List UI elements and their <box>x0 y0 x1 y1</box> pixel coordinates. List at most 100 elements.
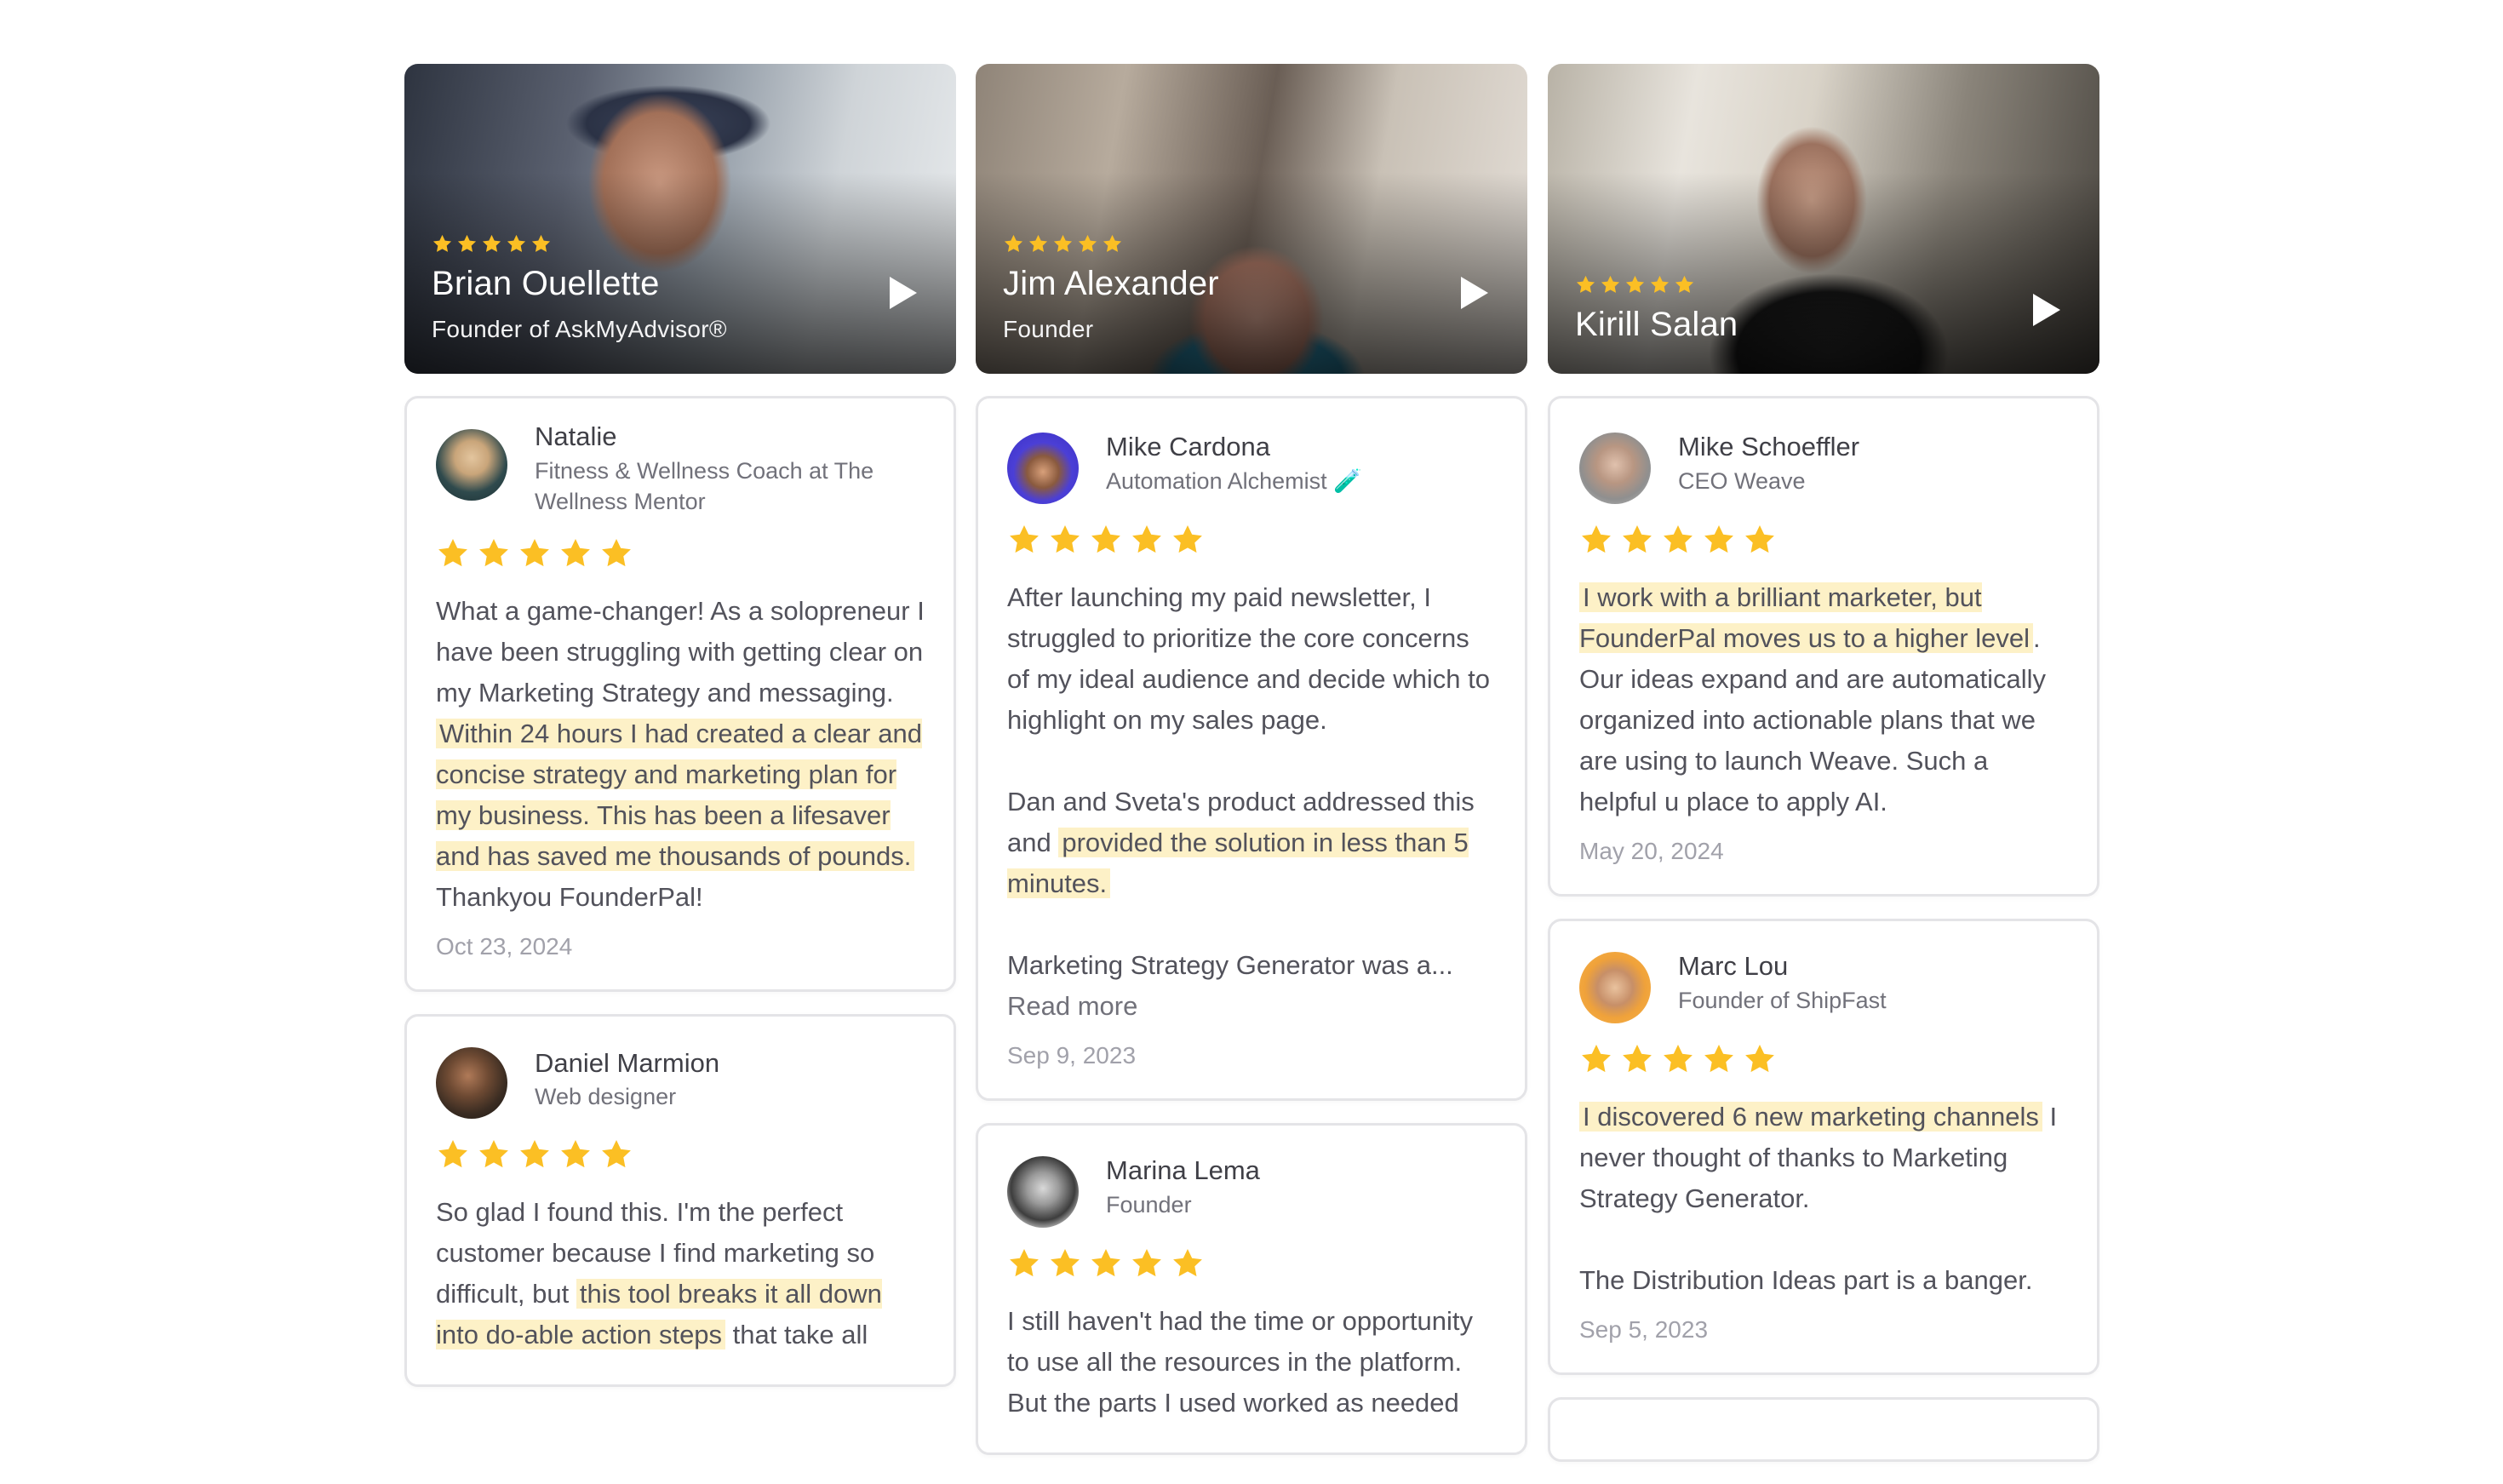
review-card-daniel: Daniel Marmion Web designer So glad I fo… <box>404 1013 956 1387</box>
star-icon <box>530 233 552 255</box>
star-icon <box>1052 233 1074 255</box>
avatar <box>436 1046 507 1119</box>
reviewer-name: Daniel Marmion <box>535 1047 720 1078</box>
star-icon <box>518 536 552 570</box>
video-author-role: Founder <box>1003 316 1094 342</box>
video-rating-stars <box>1575 274 1997 295</box>
rating-stars <box>1007 523 1496 557</box>
reviewer-name: Marina Lema <box>1106 1155 1260 1185</box>
rating-stars <box>1007 1246 1496 1281</box>
review-date: Sep 9, 2023 <box>1007 1042 1137 1069</box>
video-info: Kirill Salan <box>1575 274 1997 343</box>
star-icon <box>1579 523 1613 557</box>
star-icon <box>1743 523 1777 557</box>
star-icon <box>1674 274 1695 295</box>
star-icon <box>481 233 502 255</box>
review-card-natalie: Natalie Fitness & Wellness Coach at The … <box>404 396 956 992</box>
review-paragraph: After launching my paid newsletter, I st… <box>1007 582 1490 735</box>
avatar <box>1579 433 1651 504</box>
review-text-plain: Thankyou FounderPal! <box>436 881 703 912</box>
avatar <box>1007 433 1079 504</box>
review-card-marc: Marc Lou Founder of ShipFast I discovere… <box>1548 919 2099 1375</box>
star-icon <box>558 536 593 570</box>
review-text-plain: that take all <box>725 1319 868 1349</box>
star-icon <box>1661 523 1695 557</box>
avatar <box>1579 952 1651 1023</box>
star-icon <box>1575 274 1596 295</box>
review-date: May 20, 2024 <box>1579 838 1724 864</box>
star-icon <box>1579 1042 1613 1076</box>
video-author-name: Kirill Salan <box>1575 306 1738 343</box>
star-icon <box>436 536 470 570</box>
star-icon <box>436 1137 470 1172</box>
review-date: Sep 5, 2023 <box>1579 1316 1709 1343</box>
avatar <box>436 429 507 501</box>
review-highlight: Within 24 hours I had created a clear an… <box>436 718 922 871</box>
star-icon <box>456 233 478 255</box>
review-paragraph: The Distribution Ideas part is a banger. <box>1579 1265 2033 1295</box>
review-paragraph: Marketing Strategy Generator was a... <box>1007 950 1453 980</box>
star-icon <box>1620 1042 1654 1076</box>
review-highlight: I discovered 6 new marketing channels <box>1579 1102 2042 1132</box>
star-icon <box>1077 233 1098 255</box>
testimonials-column-3: Kirill Salan Mike Schoeffler CEO Weave I… <box>1548 64 2099 1484</box>
reviewer-role: Founder of ShipFast <box>1678 987 1887 1013</box>
star-icon <box>1661 1042 1695 1076</box>
star-icon <box>1048 1246 1082 1281</box>
star-icon <box>1102 233 1123 255</box>
video-testimonial-brian[interactable]: Brian Ouellette Founder of AskMyAdvisor® <box>404 64 956 374</box>
video-info: Brian Ouellette Founder of AskMyAdvisor® <box>432 233 854 343</box>
avatar <box>1007 1156 1079 1228</box>
star-icon <box>506 233 527 255</box>
star-icon <box>1171 523 1205 557</box>
video-rating-stars <box>432 233 854 255</box>
rating-stars <box>436 536 925 570</box>
star-icon <box>432 233 453 255</box>
star-icon <box>1624 274 1646 295</box>
play-icon[interactable] <box>2031 292 2062 328</box>
testimonials-column-2: Jim Alexander Founder Mike Cardona Autom… <box>976 64 1527 1477</box>
review-card-marina: Marina Lema Founder I still haven't had … <box>976 1123 1527 1455</box>
star-icon <box>599 1137 633 1172</box>
rating-stars <box>1579 523 2068 557</box>
star-icon <box>1702 1042 1736 1076</box>
reviewer-role: CEO Weave <box>1678 467 1806 494</box>
star-icon <box>1130 1246 1164 1281</box>
read-more-link[interactable]: Read more <box>1007 986 1496 1027</box>
star-icon <box>1048 523 1082 557</box>
video-testimonial-jim[interactable]: Jim Alexander Founder <box>976 64 1527 374</box>
star-icon <box>1089 523 1123 557</box>
review-text: What a game-changer! As a solopreneur I … <box>436 591 925 918</box>
review-text: I still haven't had the time or opportun… <box>1007 1306 1473 1418</box>
reviewer-name: Natalie <box>535 421 617 451</box>
review-card-mike-cardona: Mike Cardona Automation Alchemist 🧪 Afte… <box>976 396 1527 1101</box>
star-icon <box>1007 523 1041 557</box>
star-icon <box>1600 274 1621 295</box>
star-icon <box>518 1137 552 1172</box>
reviewer-role: Founder <box>1106 1191 1192 1218</box>
review-text: I discovered 6 new marketing channels I … <box>1579 1097 2068 1301</box>
star-icon <box>1171 1246 1205 1281</box>
reviewer-role: Automation Alchemist 🧪 <box>1106 467 1362 494</box>
review-highlight: I work with a brilliant marketer, but Fo… <box>1579 582 2034 653</box>
star-icon <box>1620 523 1654 557</box>
video-rating-stars <box>1003 233 1425 255</box>
review-text: I work with a brilliant marketer, but Fo… <box>1579 577 2068 822</box>
reviewer-name: Mike Schoeffler <box>1678 432 1860 461</box>
star-icon <box>1649 274 1670 295</box>
star-icon <box>1028 233 1049 255</box>
star-icon <box>1130 523 1164 557</box>
review-paragraph: Dan and Sveta's product addressed this a… <box>1007 782 1496 904</box>
play-icon[interactable] <box>888 275 919 311</box>
rating-stars <box>1579 1042 2068 1076</box>
video-testimonial-kirill[interactable]: Kirill Salan <box>1548 64 2099 374</box>
play-icon[interactable] <box>1459 275 1490 311</box>
review-card-mike-schoeffler: Mike Schoeffler CEO Weave I work with a … <box>1548 396 2099 897</box>
reviewer-name: Mike Cardona <box>1106 432 1270 461</box>
video-info: Jim Alexander Founder <box>1003 233 1425 343</box>
star-icon <box>1089 1246 1123 1281</box>
review-text: After launching my paid newsletter, I st… <box>1007 577 1496 986</box>
review-card-next <box>1548 1397 2099 1462</box>
star-icon <box>1743 1042 1777 1076</box>
star-icon <box>1003 233 1024 255</box>
